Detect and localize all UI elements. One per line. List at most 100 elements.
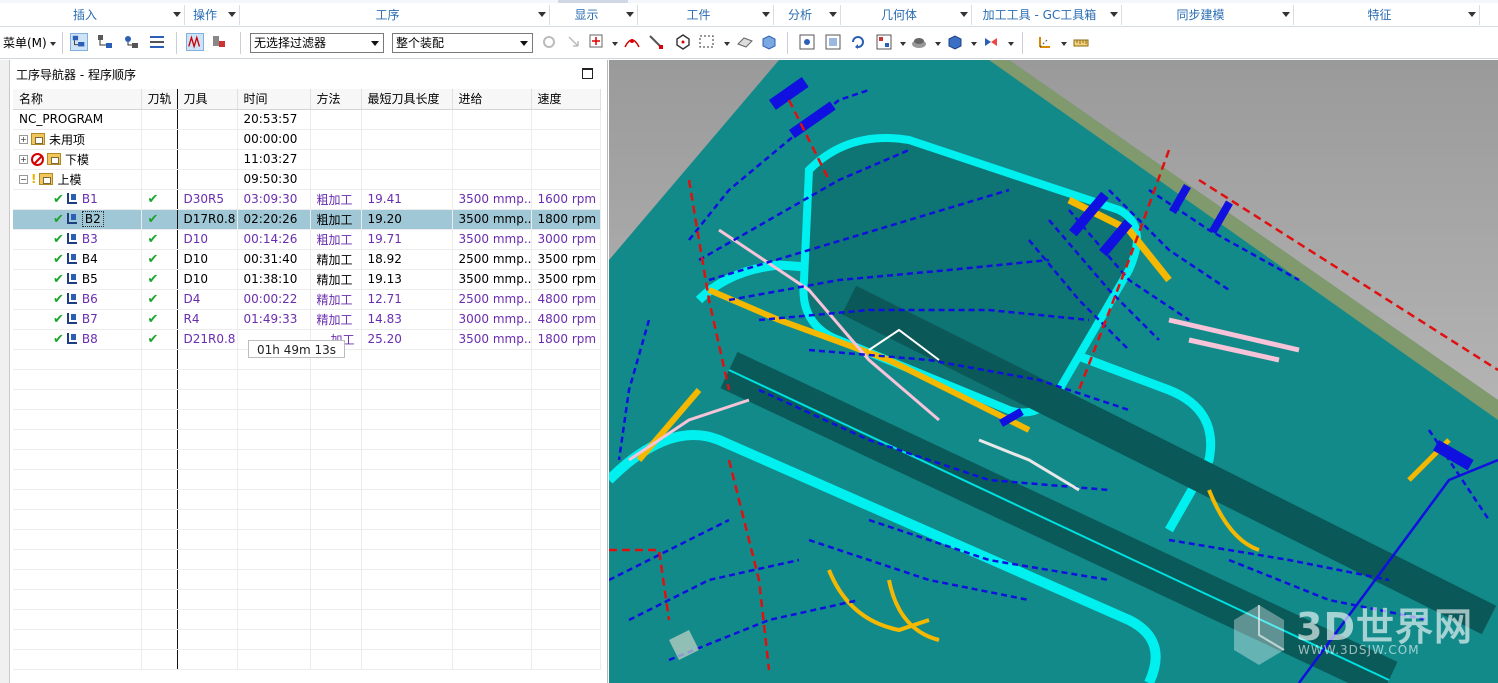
measure-icon[interactable] (1072, 33, 1090, 51)
chevron-down-icon[interactable] (1061, 42, 1067, 46)
orient-view-icon[interactable] (875, 33, 893, 51)
column-header-tool[interactable]: 刀具 (177, 89, 238, 110)
ribbon-groups: 插入 操作 工序 显示 工件 分析 几何体 加工工具 - GC工具箱 同步建模 … (0, 0, 1498, 27)
row-feed (452, 129, 532, 150)
table-row[interactable]: NC_PROGRAM 20:53:57 (13, 109, 601, 130)
operation-row[interactable]: ✔ B4 ✔ D10 00:31:40 精加工 18.92 2500 mmp...… (13, 249, 601, 270)
collapse-icon[interactable]: − (19, 174, 28, 184)
chevron-down-icon[interactable] (1282, 12, 1290, 17)
menu-button[interactable]: 菜单(M) (3, 32, 56, 54)
maximize-icon[interactable] (582, 68, 593, 79)
chevron-down-icon[interactable] (971, 42, 977, 46)
toolpath-display-icon[interactable] (186, 33, 204, 51)
rotate-view-icon[interactable] (849, 33, 867, 51)
chevron-down-icon[interactable] (538, 12, 546, 17)
column-header-speed[interactable]: 速度 (531, 89, 601, 110)
machine-tool-view-icon[interactable] (96, 33, 114, 51)
row-toolpath: ✔ (141, 289, 178, 310)
expand-icon[interactable]: + (19, 134, 28, 144)
table-row[interactable]: + 未用项 00:00:00 (13, 129, 601, 150)
wcs-icon[interactable] (1036, 33, 1054, 51)
row-speed: 1600 rpm (531, 189, 601, 210)
box-select-icon[interactable] (698, 33, 716, 51)
row-tool (177, 109, 238, 130)
check-icon: ✔ (53, 191, 64, 207)
resource-bar[interactable] (0, 60, 10, 683)
expand-icon[interactable]: + (19, 154, 28, 164)
program-order-view-icon[interactable] (70, 33, 88, 51)
column-header-min-tool-length[interactable]: 最短刀具长度 (361, 89, 453, 110)
operation-navigator: 工序导航器 - 程序顺序 名称 刀轨 刀具 时间 方法 最短刀具长度 进给 速度… (10, 60, 608, 683)
row-time: 00:31:40 (237, 249, 311, 270)
end-point-icon[interactable] (648, 33, 666, 51)
edit-object-display-icon[interactable] (736, 33, 754, 51)
chevron-down-icon[interactable] (626, 12, 634, 17)
ribbon-group-operation[interactable]: 操作 (185, 5, 240, 25)
chevron-down-icon[interactable] (1008, 42, 1014, 46)
selection-scope-select[interactable]: 整个装配 (392, 33, 533, 53)
column-header-toolpath[interactable]: 刀轨 (141, 89, 178, 110)
ribbon-group-insert[interactable]: 插入 (0, 5, 185, 25)
machining-method-view-icon[interactable] (148, 33, 166, 51)
row-tool (177, 129, 238, 150)
selection-filter-select[interactable]: 无选择过滤器 (250, 33, 384, 53)
solid-display-icon[interactable] (760, 33, 778, 51)
operation-row[interactable]: ✔ B1 ✔ D30R5 03:09:30 粗加工 19.41 3500 mmp.… (13, 189, 601, 210)
ribbon-group-geometry[interactable]: 几何体 (841, 5, 972, 25)
toolpath-ok-icon: ✔ (147, 331, 159, 347)
snap-point-icon[interactable] (588, 33, 606, 51)
row-time: 03:09:30 (237, 189, 311, 210)
empty-row (13, 649, 601, 670)
row-toolpath: ✔ (141, 249, 178, 270)
time-tooltip: 01h 49m 13s (248, 340, 345, 358)
chevron-down-icon[interactable] (829, 12, 837, 17)
column-header-feed[interactable]: 进给 (452, 89, 532, 110)
zoom-view-icon[interactable] (824, 33, 842, 51)
center-point-icon[interactable] (674, 33, 692, 51)
column-header-method[interactable]: 方法 (310, 89, 362, 110)
ribbon-group-display[interactable]: 显示 (550, 5, 638, 25)
row-tool: D17R0.8 (177, 209, 238, 230)
row-feed: 3500 mmp... (452, 329, 532, 350)
chevron-down-icon[interactable] (1468, 12, 1476, 17)
operation-row[interactable]: ✔ B5 ✔ D10 01:38:10 精加工 19.13 3500 mmp...… (13, 269, 601, 290)
chevron-down-icon[interactable] (900, 42, 906, 46)
column-header-name[interactable]: 名称 (13, 89, 142, 110)
ribbon-group-feature[interactable]: 特征 (1294, 5, 1480, 25)
chevron-down-icon[interactable] (935, 42, 941, 46)
chevron-down-icon[interactable] (228, 12, 236, 17)
ribbon-group-gc-toolbox[interactable]: 加工工具 - GC工具箱 (972, 5, 1122, 25)
ribbon-group-process[interactable]: 工序 (240, 5, 550, 25)
check-icon: ✔ (53, 211, 64, 227)
row-name: + 下模 (13, 149, 142, 170)
chevron-down-icon[interactable] (173, 12, 181, 17)
render-style-icon[interactable] (910, 33, 928, 51)
row-min-len: 19.20 (361, 209, 453, 230)
column-header-time[interactable]: 时间 (237, 89, 311, 110)
geometry-view-icon[interactable] (122, 33, 140, 51)
chevron-down-icon[interactable] (960, 12, 968, 17)
grayed-settings-icon[interactable] (540, 33, 558, 51)
chevron-down-icon[interactable] (612, 42, 618, 46)
shaded-cube-icon[interactable] (946, 33, 964, 51)
table-row[interactable]: + 下模 11:03:27 (13, 149, 601, 170)
chevron-down-icon[interactable] (1110, 12, 1118, 17)
table-row[interactable]: − ! 上模 09:50:30 (13, 169, 601, 190)
point-on-curve-icon[interactable] (623, 33, 641, 51)
operation-name: B3 (81, 231, 98, 246)
operation-row[interactable]: ✔ B6 ✔ D4 00:00:22 精加工 12.71 2500 mmp... … (13, 289, 601, 310)
ribbon-group-workpiece[interactable]: 工件 (638, 5, 774, 25)
tool-display-icon[interactable] (210, 33, 228, 51)
operation-row[interactable]: ✔ B7 ✔ R4 01:49:33 精加工 14.83 3000 mmp... … (13, 309, 601, 330)
fit-view-icon[interactable] (798, 33, 816, 51)
section-view-icon[interactable] (982, 33, 1000, 51)
operation-row-selected[interactable]: ✔ B2 ✔ D17R0.8 02:20:26 粗加工 19.20 3500 mm… (13, 209, 601, 230)
operation-row[interactable]: ✔ B3 ✔ D10 00:14:26 粗加工 19.71 3500 mmp...… (13, 229, 601, 250)
folder-icon (47, 153, 61, 165)
ribbon-group-sync-modeling[interactable]: 同步建模 (1122, 5, 1294, 25)
row-method: 粗加工 (310, 229, 362, 250)
ribbon-group-analysis[interactable]: 分析 (774, 5, 841, 25)
chevron-down-icon[interactable] (724, 42, 730, 46)
chevron-down-icon[interactable] (762, 12, 770, 17)
grayed-arrow-icon[interactable] (566, 33, 584, 51)
